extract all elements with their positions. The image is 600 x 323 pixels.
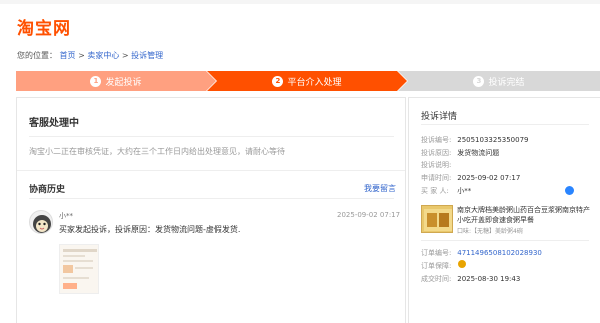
breadcrumb-sep: > — [75, 51, 88, 60]
breadcrumb-seller-center[interactable]: 卖家中心 — [87, 51, 119, 60]
message-time: 2025-09-02 07:17 — [337, 211, 401, 219]
details-title: 投诉详情 — [421, 112, 458, 122]
product-thumbnail-icon — [424, 209, 452, 231]
divider — [29, 136, 394, 137]
leave-message-link[interactable]: 我要留言 — [364, 183, 396, 194]
complaint-number-row: 投诉编号: 2505103325350079 — [421, 135, 529, 145]
apply-time-row: 申请时间: 2025-09-02 07:17 — [421, 173, 520, 183]
status-title: 客服处理中 — [29, 118, 79, 129]
buyer-row: 买 家 人: 小** — [421, 186, 471, 196]
breadcrumb-prefix: 您的位置： — [17, 51, 57, 60]
buyer-value: 小** — [457, 187, 472, 195]
step-number: 2 — [272, 75, 284, 87]
message-user: 小** — [59, 212, 73, 220]
buyer-label: 买 家 人: — [421, 187, 449, 195]
details-panel: 投诉详情 投诉编号: 2505103325350079 投诉原因: 发货物流问题… — [408, 97, 600, 323]
divider — [29, 198, 394, 199]
guarantee-icon[interactable] — [458, 260, 466, 268]
step-label: 平台介入处理 — [287, 77, 342, 88]
history-title: 协商历史 — [29, 185, 66, 195]
complaint-reason-row: 投诉原因: 发货物流问题 — [421, 148, 499, 158]
complaint-number-label: 投诉编号: — [421, 136, 452, 144]
breadcrumb: 您的位置： 首页 > 卖家中心 > 投诉管理 — [17, 50, 163, 61]
divider — [421, 240, 589, 241]
breadcrumb-complaint-management[interactable]: 投诉管理 — [131, 51, 163, 60]
step-number: 3 — [473, 75, 485, 87]
order-number-label: 订单编号: — [421, 249, 452, 257]
step-label: 发起投诉 — [105, 77, 142, 88]
complaint-reason-label: 投诉原因: — [421, 149, 452, 157]
order-number-row: 订单编号: 4711496508102028930 — [421, 248, 542, 258]
avatar — [29, 210, 53, 234]
avatar-icon — [33, 215, 51, 233]
step-label: 投诉完结 — [488, 77, 525, 88]
step-number: 1 — [90, 75, 102, 87]
complaint-desc-row: 投诉说明: — [421, 160, 455, 170]
deal-time-row: 成交时间: 2025-08-30 19:43 — [421, 274, 520, 284]
message-text: 买家发起投诉，投诉原因：发货物流问题-虚假发货. — [59, 225, 241, 234]
evidence-image[interactable] — [59, 244, 99, 294]
product-name-link[interactable]: 南京大牌档美龄粥山药百合豆浆粥南京特产小吃开盖即食速食粥早餐 — [457, 205, 592, 225]
chat-icon[interactable] — [565, 186, 574, 195]
order-guarantee-row: 订单保障: — [421, 261, 455, 271]
step-initiate: 1 发起投诉 — [16, 71, 216, 91]
status-description: 淘宝小二正在审核凭证，大约在三个工作日内给出处理意见，请耐心等待 — [29, 147, 285, 156]
breadcrumb-sep: > — [119, 51, 132, 60]
deal-time-label: 成交时间: — [421, 275, 452, 283]
apply-time-value: 2025-09-02 07:17 — [457, 174, 521, 182]
product-image[interactable] — [421, 205, 453, 233]
complaint-desc-label: 投诉说明: — [421, 161, 452, 169]
deal-time-value: 2025-08-30 19:43 — [457, 275, 521, 283]
complaint-reason-value: 发货物流问题 — [457, 149, 500, 157]
step-complete: 3 投诉完结 — [398, 71, 600, 91]
progress-steps: 1 发起投诉 2 平台介入处理 3 投诉完结 — [16, 71, 600, 91]
apply-time-label: 申请时间: — [421, 174, 452, 182]
product-sku: 口味:【无糖】美龄粥4碗 — [457, 228, 523, 235]
status-panel: 客服处理中 淘宝小二正在审核凭证，大约在三个工作日内给出处理意见，请耐心等待 协… — [16, 97, 406, 323]
divider — [17, 170, 405, 171]
top-bar — [0, 0, 600, 4]
order-number-link[interactable]: 4711496508102028930 — [457, 249, 542, 257]
complaint-number-value: 2505103325350079 — [457, 136, 529, 144]
order-guarantee-label: 订单保障: — [421, 262, 452, 270]
breadcrumb-home[interactable]: 首页 — [60, 51, 76, 60]
evidence-thumbnail-icon — [63, 249, 97, 289]
taobao-logo[interactable]: 淘宝网 — [17, 14, 71, 39]
divider — [421, 124, 589, 125]
step-platform-processing: 2 平台介入处理 — [207, 71, 407, 91]
